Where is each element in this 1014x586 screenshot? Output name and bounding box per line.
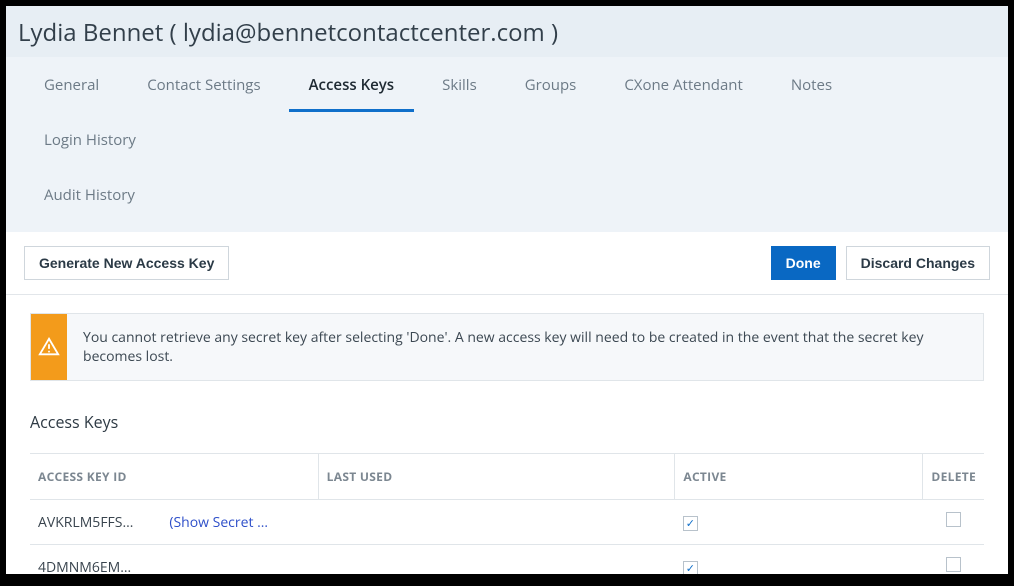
tab-contact-settings[interactable]: Contact Settings (127, 57, 280, 112)
tab-access-keys[interactable]: Access Keys (289, 57, 415, 112)
warning-alert: You cannot retrieve any secret key after… (30, 313, 984, 381)
done-button[interactable]: Done (771, 246, 836, 280)
discard-changes-button[interactable]: Discard Changes (846, 246, 990, 280)
delete-checkbox[interactable] (946, 512, 961, 527)
section-title: Access Keys (30, 411, 984, 433)
active-checkbox[interactable]: ✓ (683, 561, 698, 575)
col-header-id[interactable]: ACCESS KEY ID (30, 454, 318, 500)
toolbar: Generate New Access Key Done Discard Cha… (6, 232, 1008, 295)
last-used-cell (318, 545, 675, 575)
last-used-cell (318, 500, 675, 545)
access-key-id: 4DMNM6EM… (38, 558, 131, 575)
warning-icon (31, 314, 67, 380)
tab-login-history[interactable]: Login History (24, 112, 156, 167)
tabs-row-1: GeneralContact SettingsAccess KeysSkills… (6, 57, 1008, 167)
access-keys-table: ACCESS KEY ID LAST USED ACTIVE DELETE AV… (30, 453, 984, 574)
tab-cxone-attendant[interactable]: CXone Attendant (604, 57, 763, 112)
col-header-delete[interactable]: DELETE (923, 454, 984, 500)
show-secret-link[interactable]: (Show Secret … (169, 513, 268, 532)
tab-groups[interactable]: Groups (505, 57, 597, 112)
page-title: Lydia Bennet ( lydia@bennetcontactcenter… (18, 16, 996, 57)
tab-skills[interactable]: Skills (422, 57, 497, 112)
warning-text: You cannot retrieve any secret key after… (67, 314, 983, 380)
access-key-id: AVKRLM5FFS… (38, 513, 133, 532)
col-header-active[interactable]: ACTIVE (675, 454, 923, 500)
tabs-row-2: Audit History (6, 167, 1008, 232)
active-checkbox[interactable]: ✓ (683, 516, 698, 531)
tab-audit-history[interactable]: Audit History (24, 167, 155, 222)
tab-notes[interactable]: Notes (771, 57, 852, 112)
generate-access-key-button[interactable]: Generate New Access Key (24, 246, 229, 280)
col-header-last-used[interactable]: LAST USED (318, 454, 675, 500)
table-row: 4DMNM6EM… ✓ (30, 545, 984, 575)
delete-checkbox[interactable] (946, 557, 961, 572)
table-row: AVKRLM5FFS… (Show Secret … ✓ (30, 500, 984, 545)
tab-general[interactable]: General (24, 57, 119, 112)
